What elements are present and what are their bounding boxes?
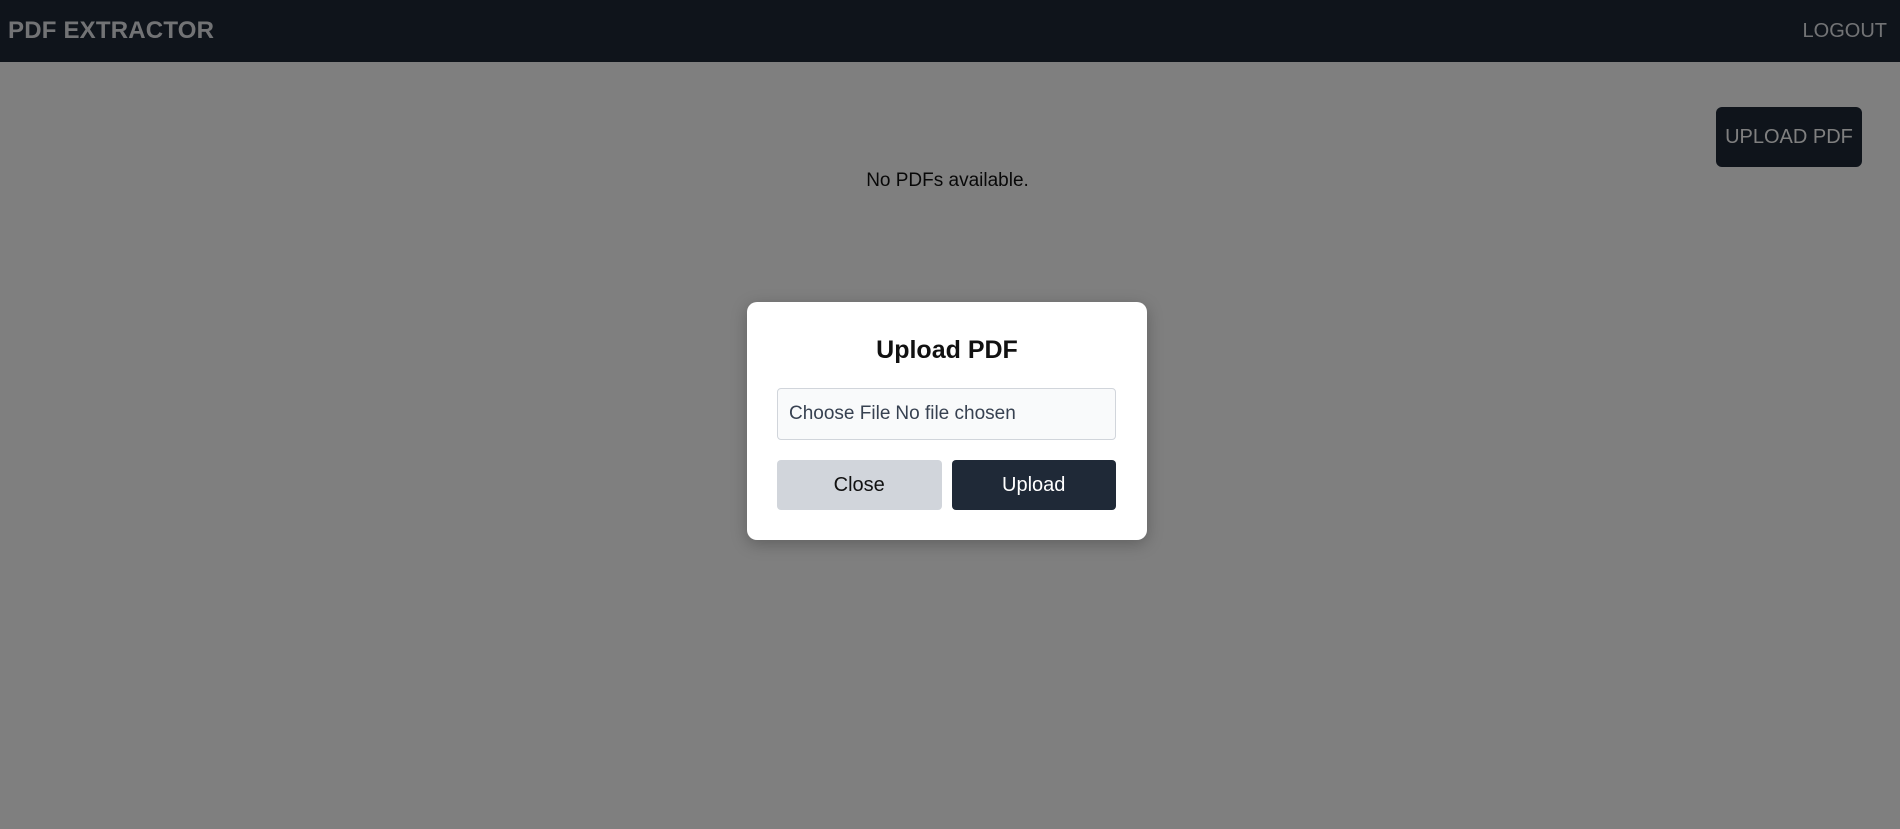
upload-button[interactable]: Upload [951, 460, 1116, 510]
upload-modal: Upload PDF Choose File No file chosen Cl… [747, 302, 1147, 540]
modal-actions: Close Upload [777, 460, 1116, 510]
close-button[interactable]: Close [777, 460, 942, 510]
modal-title: Upload PDF [876, 336, 1018, 364]
file-status-text: No file chosen [895, 403, 1016, 424]
choose-file-button[interactable]: Choose File [789, 403, 890, 425]
file-input[interactable]: Choose File No file chosen [777, 388, 1116, 440]
